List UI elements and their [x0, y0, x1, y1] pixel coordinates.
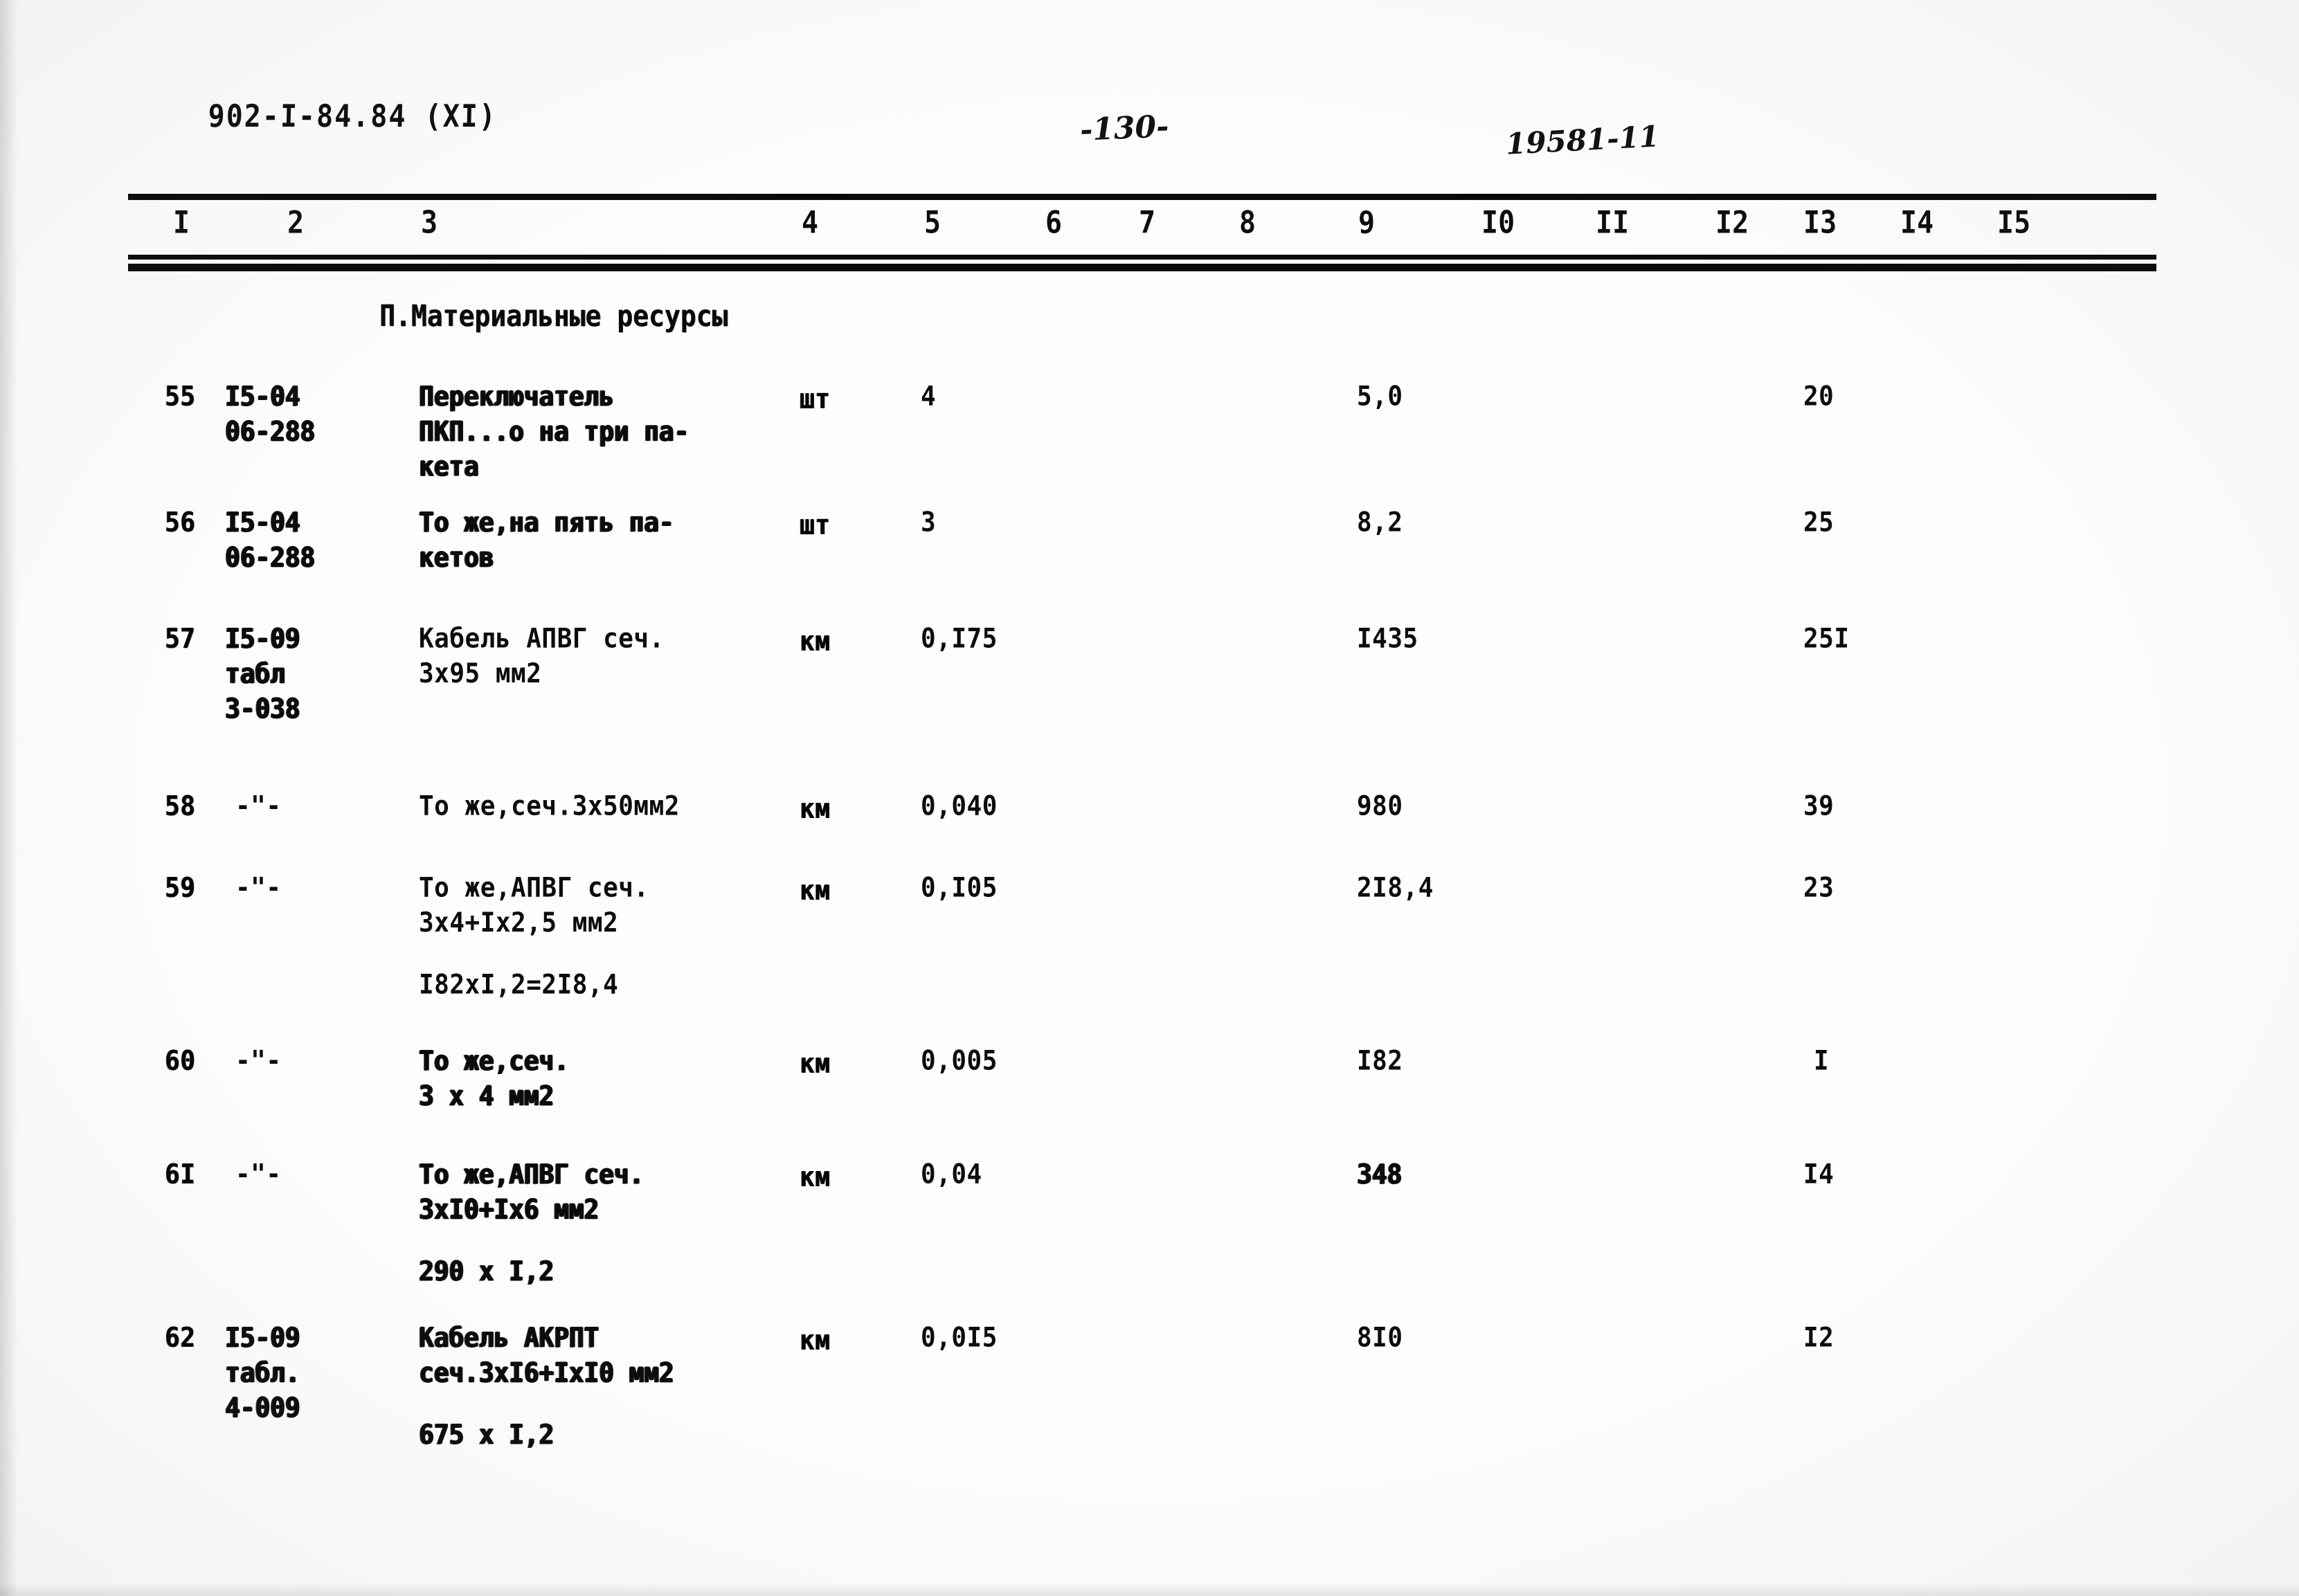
table-row-62-number: 62 — [165, 1322, 196, 1354]
table-row-62-name: Кабель АКРПТ сеч.3хI6+IхI0 мм2 — [419, 1322, 674, 1388]
table-row-55-unit: шт — [800, 383, 831, 415]
table-row-61-formula: 290 х I,2 — [419, 1255, 555, 1287]
table-row-56-code: I5-04 06-288 — [225, 507, 316, 573]
section-title-material-resources: П.Материальные ресурсы — [379, 299, 728, 334]
column-header-3: 3 — [421, 205, 438, 241]
column-header-14: I4 — [1900, 205, 1934, 241]
table-row-56-col5: 3 — [921, 507, 937, 538]
table-row-62-col5: 0,0I5 — [921, 1322, 998, 1354]
table-row-61-col13: I4 — [1803, 1159, 1834, 1190]
table-row-56-name: То же,на пять па- кетов — [419, 507, 674, 573]
table-row-60-col13: I — [1814, 1045, 1830, 1077]
scan-left-edge-shadow — [0, 0, 18, 1596]
table-row-57-col5: 0,I75 — [921, 623, 998, 655]
table-row-61-name: То же,АПВГ сеч. 3хI0+Iх6 мм2 — [419, 1159, 644, 1225]
table-row-57-name: Кабель АПВГ сеч. 3х95 мм2 — [419, 623, 665, 689]
document-code: 902-I-84.84 (XI) — [208, 98, 498, 134]
table-rule-mid-a — [128, 255, 2156, 260]
column-header-5: 5 — [924, 205, 941, 241]
column-header-11: II — [1596, 205, 1630, 241]
table-row-58-code: -"- — [235, 790, 282, 822]
table-row-55-name: Переключатель ПКП...о на три па- кета — [419, 381, 689, 482]
table-row-62-formula: 675 х I,2 — [419, 1419, 555, 1451]
table-row-58-number: 58 — [165, 790, 196, 822]
column-header-15: I5 — [1997, 205, 2031, 241]
column-header-1: I — [173, 205, 190, 241]
table-row-56-number: 56 — [165, 507, 196, 538]
table-row-58-col5: 0,040 — [921, 790, 998, 822]
table-row-61-unit: км — [800, 1161, 831, 1193]
table-row-57-unit: км — [800, 626, 831, 658]
table-rule-top — [128, 194, 2156, 200]
table-row-60-col9: I82 — [1357, 1045, 1403, 1077]
table-row-58-unit: км — [800, 793, 831, 825]
table-row-60-name: То же,сеч. 3 х 4 мм2 — [419, 1045, 569, 1112]
table-row-56-unit: шт — [800, 509, 831, 541]
table-row-59-col5: 0,I05 — [921, 872, 998, 904]
table-row-56-col13: 25 — [1803, 507, 1834, 538]
table-row-55-number: 55 — [165, 381, 196, 412]
table-row-55-col13: 20 — [1803, 381, 1834, 412]
column-header-12: I2 — [1715, 205, 1749, 241]
table-row-58-col13: 39 — [1803, 790, 1834, 822]
table-row-61-col5: 0,04 — [921, 1159, 982, 1190]
table-row-61-number: 6I — [165, 1159, 196, 1190]
table-row-58-col9: 980 — [1357, 790, 1403, 822]
table-row-57-number: 57 — [165, 623, 196, 655]
table-row-57-col9: I435 — [1357, 623, 1418, 655]
table-row-59-code: -"- — [235, 872, 282, 904]
table-row-56-col9: 8,2 — [1357, 507, 1403, 538]
table-row-62-col13: I2 — [1803, 1322, 1834, 1354]
table-row-55-code: I5-04 06-288 — [225, 381, 316, 447]
table-row-62-code: I5-09 табл. 4-009 — [225, 1322, 300, 1424]
table-row-55-col9: 5,0 — [1357, 381, 1403, 412]
table-row-61-code: -"- — [235, 1159, 282, 1190]
table-row-61-col9: 348 — [1357, 1159, 1403, 1190]
table-row-57-code: I5-09 табл 3-038 — [225, 623, 300, 725]
table-row-60-unit: км — [800, 1048, 831, 1080]
column-header-8: 8 — [1239, 205, 1256, 241]
table-row-59-col9: 2I8,4 — [1357, 872, 1434, 904]
table-rule-mid-b — [128, 264, 2156, 271]
table-row-58-name: То же,сеч.3х50мм2 — [419, 790, 680, 822]
table-row-59-name: То же,АПВГ сеч. 3х4+Iх2,5 мм2 — [419, 872, 649, 938]
table-row-55-col5: 4 — [921, 381, 937, 412]
column-header-10: I0 — [1481, 205, 1515, 241]
column-header-6: 6 — [1045, 205, 1063, 241]
scanned-document-page: 902-I-84.84 (XI) -130- 19581-11 I 2 3 4 … — [0, 0, 2299, 1596]
column-header-9: 9 — [1358, 205, 1376, 241]
table-row-59-number: 59 — [165, 872, 196, 904]
table-row-60-number: 60 — [165, 1045, 196, 1077]
table-row-59-unit: км — [800, 875, 831, 907]
table-row-59-col13: 23 — [1803, 872, 1834, 904]
archive-number: 19581-11 — [1504, 119, 1661, 161]
table-row-60-code: -"- — [235, 1045, 282, 1077]
scan-bottom-edge-shadow — [0, 1582, 2299, 1596]
table-row-62-unit: км — [800, 1325, 831, 1357]
table-row-59-formula: I82хI,2=2I8,4 — [419, 969, 619, 1001]
page-number: -130- — [1079, 109, 1170, 148]
table-row-62-col9: 8I0 — [1357, 1322, 1403, 1354]
table-row-57-col13: 25I — [1803, 623, 1850, 655]
column-header-4: 4 — [802, 205, 819, 241]
column-header-7: 7 — [1139, 205, 1156, 241]
table-row-60-col5: 0,005 — [921, 1045, 998, 1077]
column-header-2: 2 — [287, 205, 305, 241]
column-header-13: I3 — [1803, 205, 1837, 241]
